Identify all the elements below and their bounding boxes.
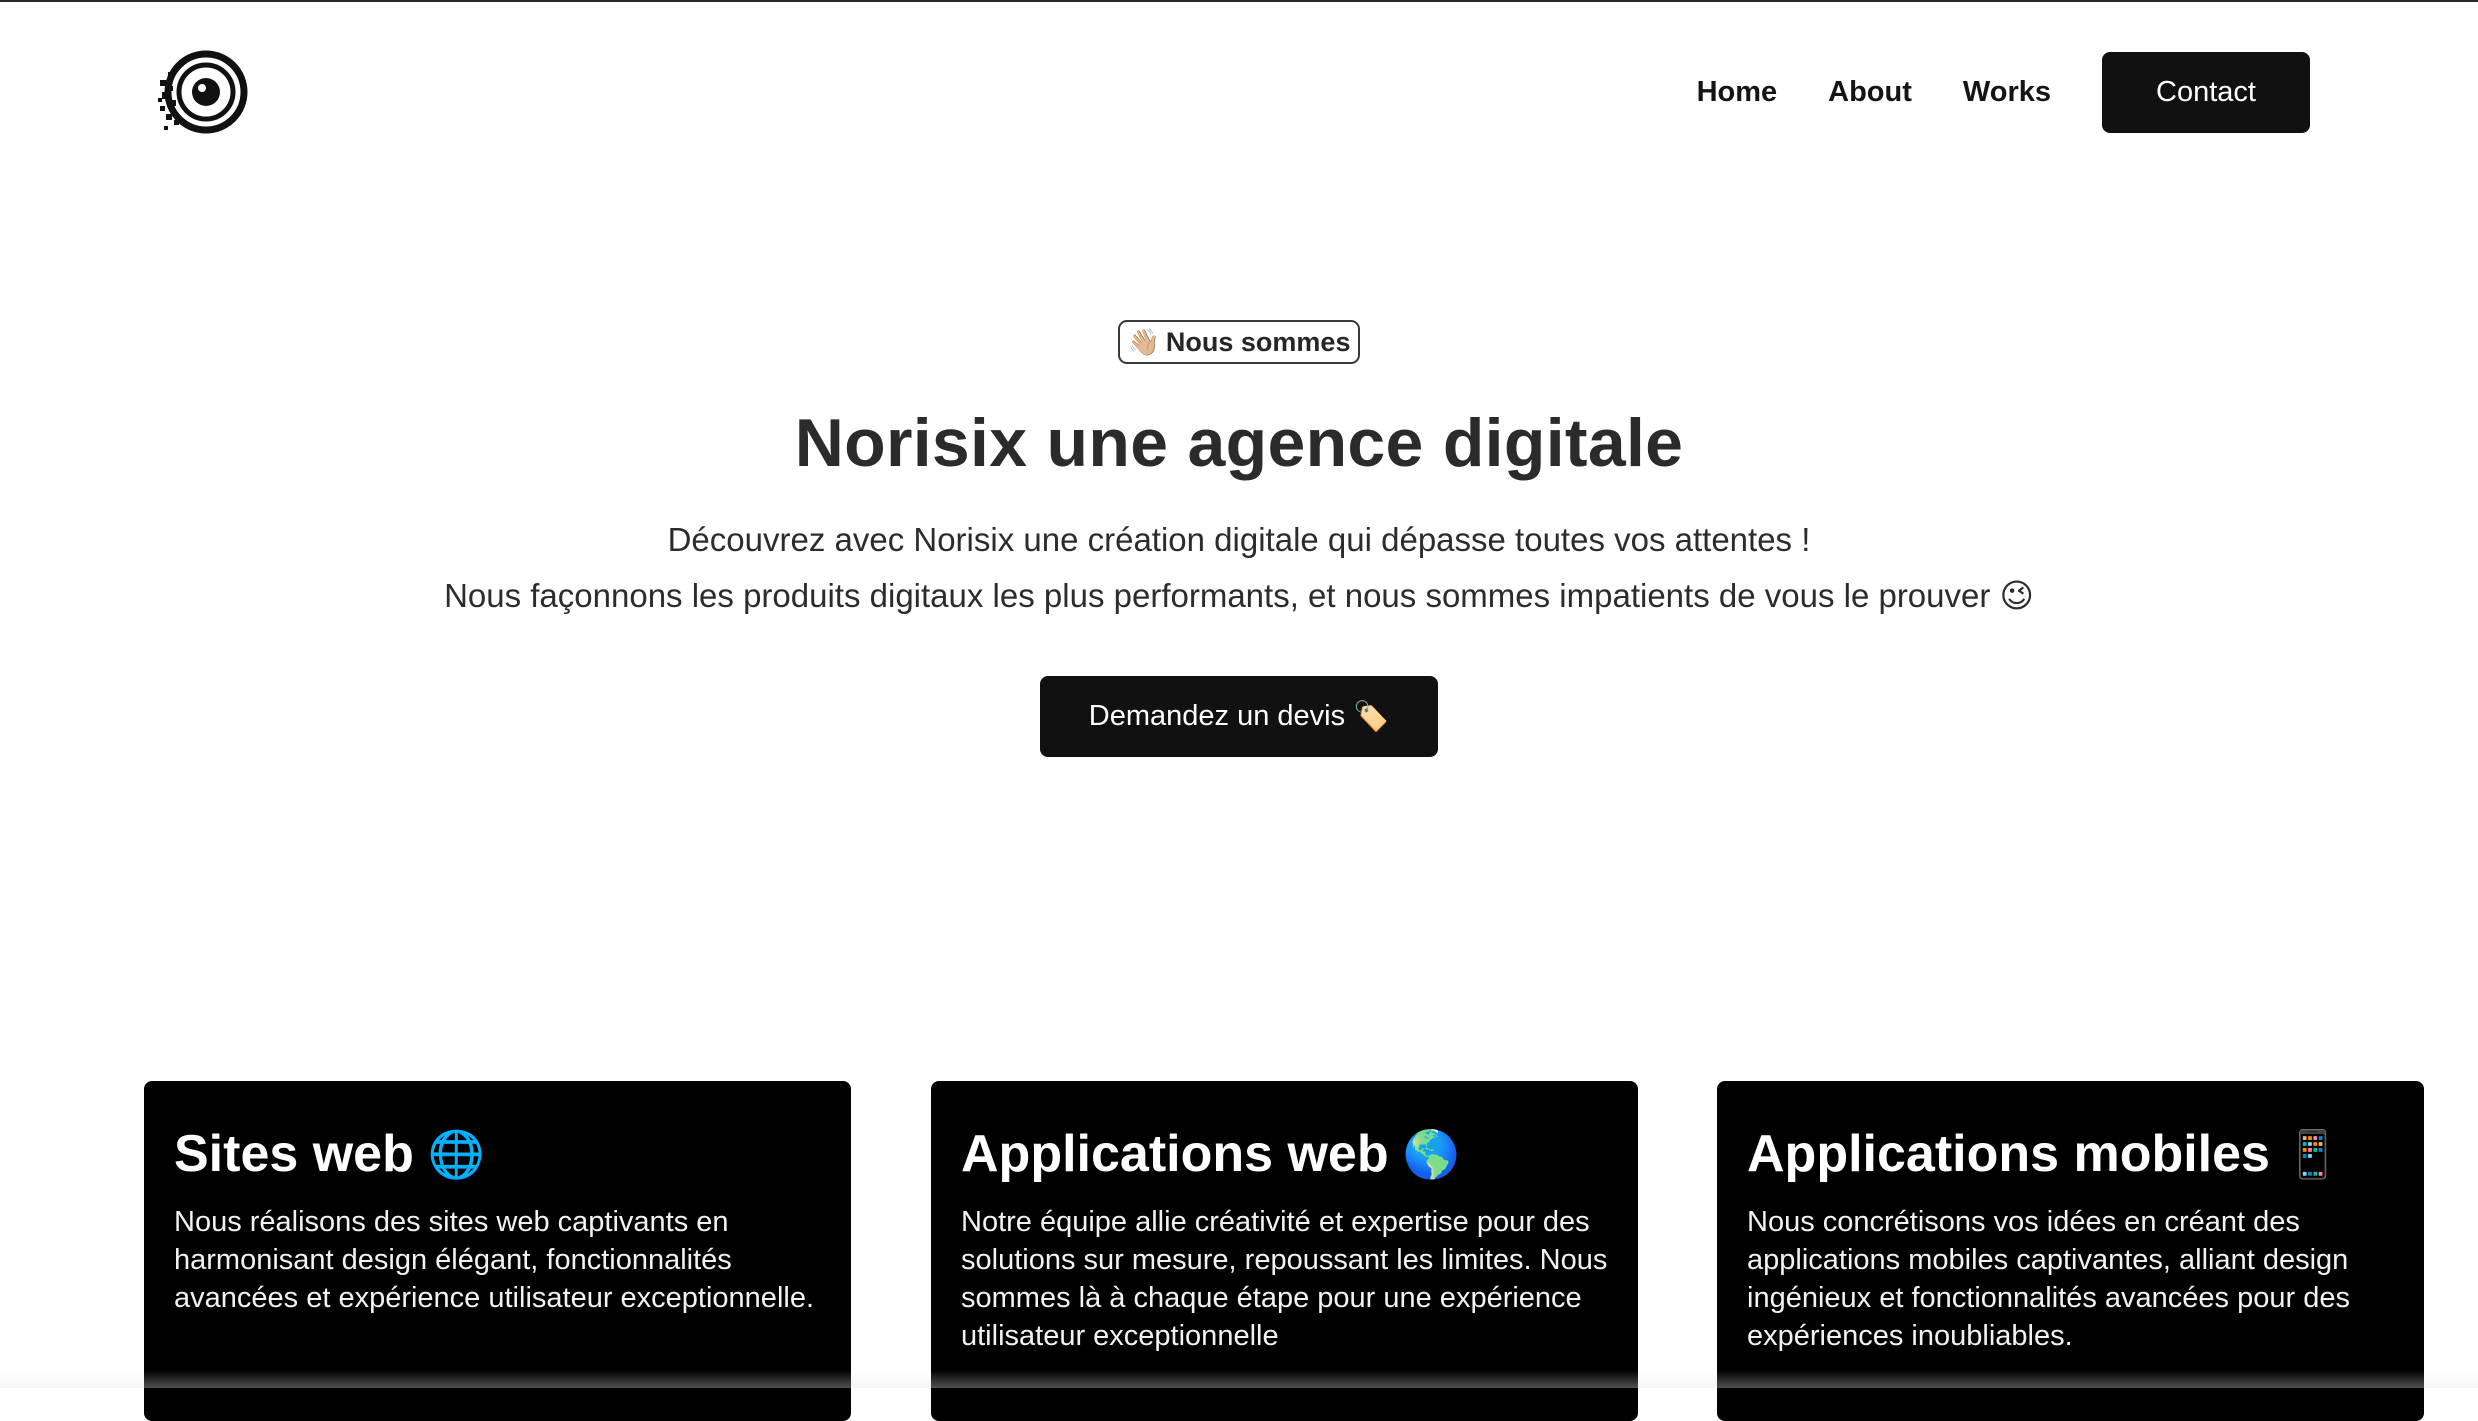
badge-label: Nous sommes xyxy=(1165,326,1351,357)
service-card-web-apps[interactable]: Applications web 🌎 Notre équipe allie cr… xyxy=(931,1081,1638,1421)
globe-meridians-icon: 🌐 xyxy=(427,1128,486,1180)
request-quote-label: Demandez un devis xyxy=(1088,700,1346,732)
hero-section: 👋🏼 Nous sommes Norisix une agence digita… xyxy=(0,320,2478,757)
nav-item-home[interactable]: Home xyxy=(1697,76,1778,109)
nav-item-works[interactable]: Works xyxy=(1963,76,2051,109)
winking-face-icon: 😉 xyxy=(1999,577,2034,614)
waving-hand-icon: 👋🏼 xyxy=(1127,326,1160,357)
hero-subtitle-line-2: Nous façonnons les produits digitaux les… xyxy=(0,568,2478,624)
service-card-websites[interactable]: Sites web 🌐 Nous réalisons des sites web… xyxy=(144,1081,851,1421)
request-quote-button[interactable]: Demandez un devis 🏷️ xyxy=(1040,676,1438,757)
card-title-text: Sites web xyxy=(174,1125,414,1183)
contact-button[interactable]: Contact xyxy=(2102,52,2310,133)
card-title: Applications web 🌎 xyxy=(961,1121,1608,1187)
intro-badge: 👋🏼 Nous sommes xyxy=(1117,320,1361,364)
card-description: Nous réalisons des sites web captivants … xyxy=(174,1206,815,1314)
main-nav: Home About Works Contact xyxy=(1697,52,2310,133)
card-title-text: Applications web xyxy=(961,1125,1389,1183)
card-description: Nous concrétisons vos idées en créant de… xyxy=(1747,1206,2350,1352)
service-card-mobile-apps[interactable]: Applications mobiles 📱 Nous concrétisons… xyxy=(1717,1081,2424,1421)
price-tag-icon: 🏷️ xyxy=(1353,700,1390,733)
site-header: Home About Works Contact xyxy=(0,0,2478,185)
mobile-phone-icon: 📱 xyxy=(2283,1128,2342,1180)
nav-item-about[interactable]: About xyxy=(1828,76,1912,109)
card-title: Sites web 🌐 xyxy=(174,1121,821,1187)
norisix-logo-icon[interactable] xyxy=(158,50,250,134)
card-title-text: Applications mobiles xyxy=(1747,1125,2270,1183)
page-title: Norisix une agence digitale xyxy=(794,405,1684,481)
card-description: Notre équipe allie créativité et experti… xyxy=(961,1206,1608,1352)
hero-subtitle-line-1: Découvrez avec Norisix une création digi… xyxy=(667,521,1811,558)
globe-americas-icon: 🌎 xyxy=(1402,1128,1460,1180)
hero-subtitle-line-2-text: Nous façonnons les produits digitaux les… xyxy=(444,577,1991,614)
card-title: Applications mobiles 📱 xyxy=(1747,1121,2394,1187)
